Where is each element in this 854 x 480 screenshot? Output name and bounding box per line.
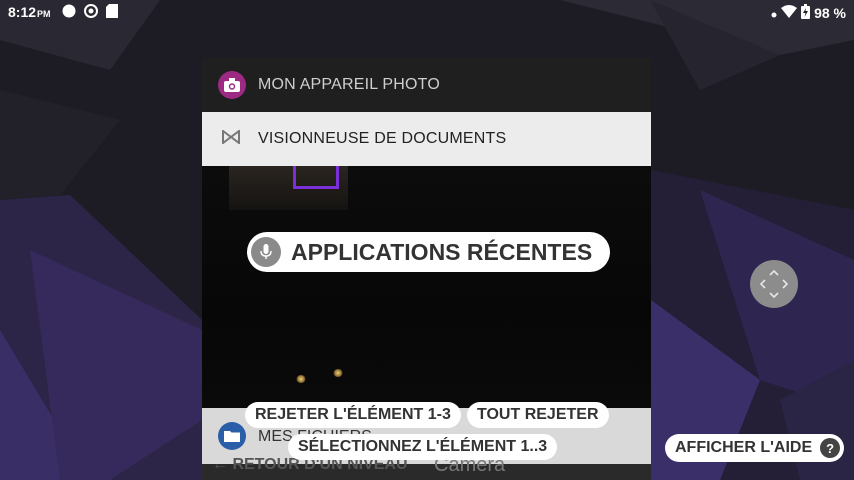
status-bar: 8:12PM 98 %: [0, 0, 854, 24]
camera-icon: [218, 71, 246, 99]
battery-icon: [801, 4, 811, 22]
dismiss-all-command[interactable]: TOUT REJETER: [467, 402, 609, 428]
status-right: 98 %: [771, 4, 846, 22]
app-preview-thumbnail[interactable]: [202, 166, 651, 408]
select-item-command[interactable]: SÉLECTIONNEZ L'ÉLÉMENT 1..3: [288, 434, 558, 460]
wifi-icon: [781, 4, 798, 22]
clock: 8:12PM: [8, 4, 51, 20]
help-icon: ?: [820, 438, 841, 458]
microphone-icon: [251, 237, 281, 267]
recent-card-document-viewer[interactable]: VISIONNEUSE DE DOCUMENTS: [202, 112, 651, 166]
battery-percent: 98 %: [814, 5, 846, 21]
sd-card-icon: [106, 4, 118, 21]
doc-viewer-icon: [222, 128, 240, 149]
recent-apps-title: APPLICATIONS RÉCENTES: [291, 238, 593, 265]
notification-dot-icon: [62, 4, 76, 21]
signal-dot-icon: [771, 5, 777, 21]
dpad-arrows-icon: [759, 269, 789, 299]
navigation-dpad-button[interactable]: [750, 260, 798, 308]
camera-card-title: MON APPAREIL PHOTO: [258, 76, 441, 93]
back-arrow-icon: ←: [212, 456, 233, 473]
recent-apps-voice-label: APPLICATIONS RÉCENTES: [247, 232, 611, 272]
sync-icon: [84, 4, 98, 21]
show-help-button[interactable]: AFFICHER L'AIDE ?: [665, 434, 845, 462]
docs-card-title: VISIONNEUSE DE DOCUMENTS: [258, 130, 507, 147]
thumbnail-image: [229, 166, 348, 210]
show-help-label: AFFICHER L'AIDE: [675, 439, 813, 456]
recent-card-camera[interactable]: MON APPAREIL PHOTO: [202, 58, 651, 112]
folder-icon: [218, 422, 246, 450]
preview-light: [333, 369, 343, 377]
dismiss-item-command[interactable]: REJETER L'ÉLÉMENT 1-3: [245, 402, 461, 428]
preview-light: [296, 375, 306, 383]
focus-frame: [293, 166, 339, 189]
